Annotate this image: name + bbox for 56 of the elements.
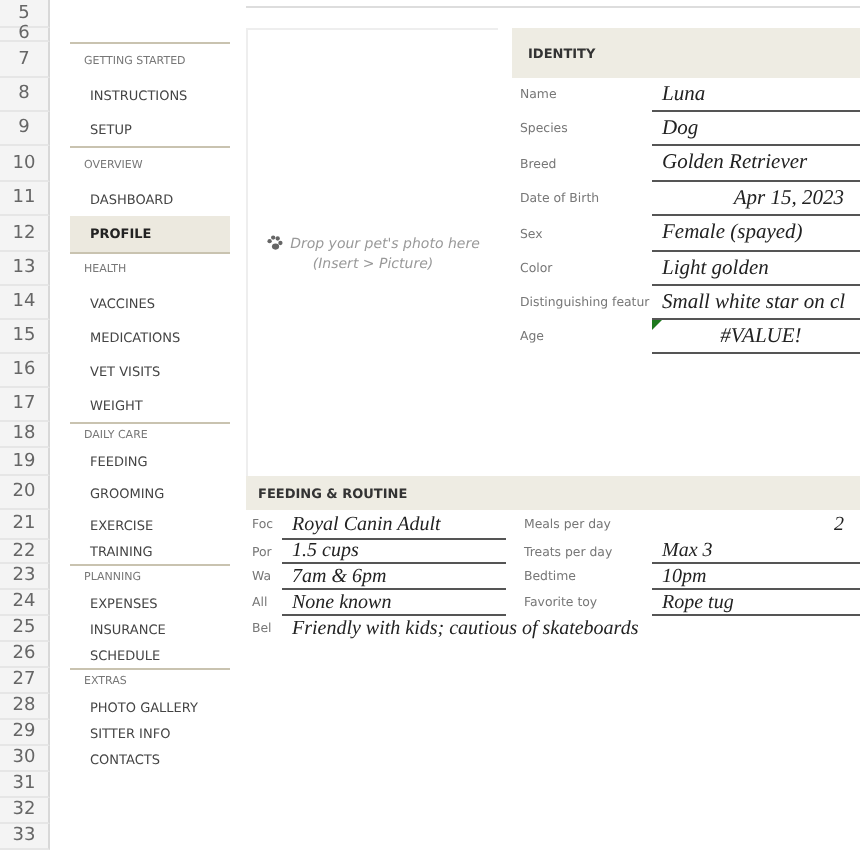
row-number: 9 — [0, 112, 50, 146]
row-number: 17 — [0, 388, 50, 422]
row-number: 21 — [0, 510, 50, 540]
cell-text: Dog — [662, 117, 699, 139]
row-number: 11 — [0, 182, 50, 216]
field-value[interactable]: Apr 15, 2023 — [652, 182, 860, 216]
row-number: 27 — [0, 668, 50, 694]
field-value[interactable]: None known — [282, 590, 506, 616]
cell-text: Luna — [662, 83, 706, 105]
row-number: 29 — [0, 720, 50, 746]
cell-text: Small white star on cl — [662, 291, 846, 313]
row-number: 33 — [0, 824, 50, 850]
cell-text: Female (spayed) — [662, 222, 803, 244]
row-number: 10 — [0, 146, 50, 182]
cell-text: Light golden — [662, 257, 769, 279]
row-number: 28 — [0, 694, 50, 720]
field-value[interactable]: Female (spayed) — [652, 216, 860, 252]
cell-text: Apr 15, 2023 — [733, 187, 844, 209]
field-value[interactable]: 1.5 cups — [282, 540, 506, 564]
field-value[interactable]: Royal Canin Adult — [282, 510, 506, 540]
row-number: 25 — [0, 616, 50, 642]
field-value[interactable]: Dog — [652, 112, 860, 146]
field-value[interactable]: Rope tug — [652, 590, 860, 616]
field-value[interactable]: Friendly with kids; cautious of skateboards — [282, 616, 652, 642]
row-number: 18 — [0, 422, 50, 448]
row-number: 16 — [0, 354, 50, 388]
row-number: 32 — [0, 798, 50, 824]
row-number: 12 — [0, 216, 50, 252]
row-number: 23 — [0, 564, 50, 590]
row-number: 13 — [0, 252, 50, 286]
row-number: 24 — [0, 590, 50, 616]
field-value[interactable]: Light golden — [652, 252, 860, 286]
field-value[interactable]: Luna — [652, 78, 860, 112]
error-indicator-icon — [652, 320, 662, 330]
field-value[interactable]: Golden Retriever — [652, 146, 860, 182]
field-value[interactable]: Small white star on cl — [652, 286, 860, 320]
row-number: 8 — [0, 78, 50, 112]
row-number: 7 — [0, 42, 50, 78]
row-number: 22 — [0, 540, 50, 564]
field-value[interactable]: 2 — [652, 510, 860, 540]
cell-text: #VALUE! — [720, 325, 802, 347]
row-number: 31 — [0, 772, 50, 798]
row-number: 19 — [0, 448, 50, 476]
field-value[interactable]: 7am & 6pm — [282, 564, 506, 590]
row-number: 15 — [0, 320, 50, 354]
row-number: 26 — [0, 642, 50, 668]
row-number: 14 — [0, 286, 50, 320]
field-value[interactable]: Max 3 — [652, 540, 860, 564]
row-number: 30 — [0, 746, 50, 772]
row-number: 20 — [0, 476, 50, 510]
field-value[interactable]: #VALUE! — [652, 320, 860, 354]
paw-icon — [266, 234, 285, 252]
row-number: 5 — [0, 0, 50, 28]
cell-text: Golden Retriever — [662, 152, 808, 174]
field-value[interactable]: 10pm — [652, 564, 860, 590]
row-number: 6 — [0, 28, 50, 42]
